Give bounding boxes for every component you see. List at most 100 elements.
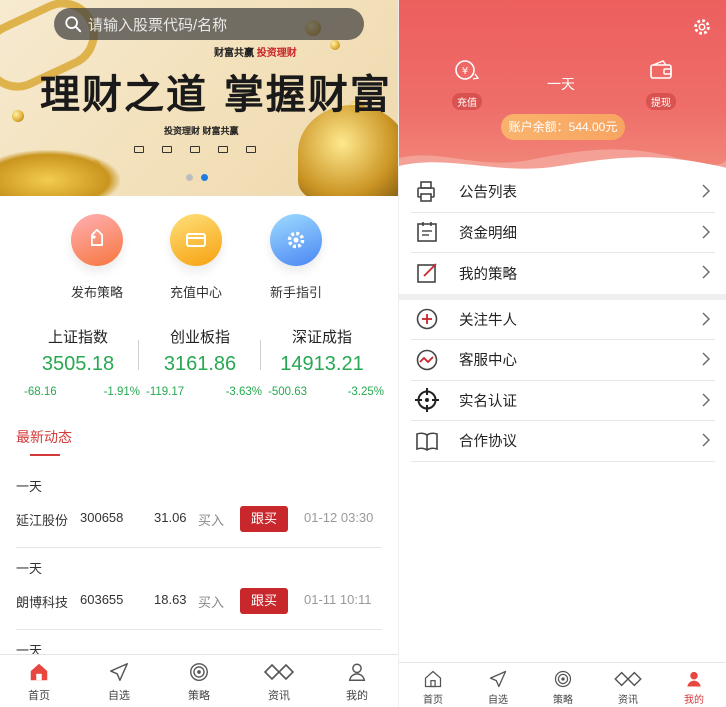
menu-label: 实名认证 <box>459 393 517 410</box>
banner-icon-row <box>134 146 256 153</box>
search-input[interactable]: 请输入股票代码/名称 <box>88 14 227 35</box>
tab-label: 自选 <box>488 695 508 706</box>
home-screen: 财富共赢 投资理财 理财之道 掌握财富 投资理财 财富共赢 请输入股票代码/名称 <box>0 0 398 707</box>
search-icon <box>65 16 82 33</box>
home-icon <box>9 661 69 683</box>
quick-action-label: 新手指引 <box>269 285 322 300</box>
home-icon <box>408 669 458 689</box>
tab-profile[interactable]: 我的 <box>669 669 719 706</box>
menu-item-announcements[interactable]: 公告列表 <box>411 172 715 213</box>
index-change: -500.63 <box>268 386 308 398</box>
tab-home[interactable]: 首页 <box>408 669 458 706</box>
index-chinext[interactable]: 创业板指 3161.86 -119.17 -3.63% <box>138 326 262 398</box>
chevron-right-icon <box>702 265 710 279</box>
menu-item-follow-experts[interactable]: 关注牛人 <box>411 300 715 340</box>
news-title-underline <box>30 454 60 456</box>
svg-text:¥: ¥ <box>462 66 468 77</box>
tab-label: 资讯 <box>268 690 290 702</box>
tab-strategy[interactable]: 策略 <box>538 669 588 706</box>
index-name: 深证成指 <box>291 329 352 346</box>
settings-gear-icon[interactable] <box>691 16 713 43</box>
trade-time: 01-12 03:30 <box>304 510 374 525</box>
chevron-right-icon <box>702 393 710 406</box>
card-icon <box>170 214 222 266</box>
chevron-right-icon <box>702 312 710 325</box>
recharge-label: 充值 <box>452 93 482 110</box>
stock-code: 300658 <box>80 510 124 525</box>
tab-watchlist[interactable]: 自选 <box>473 669 523 706</box>
tab-label: 自选 <box>108 690 130 702</box>
account-balance: 账户余额：544.00元 <box>501 114 625 140</box>
coin-pile-graphic <box>0 150 120 196</box>
bottom-tab-bar: 首页 自选 策略 资讯 我的 <box>399 662 726 707</box>
tab-watchlist[interactable]: 自选 <box>89 661 149 703</box>
book-icon <box>413 427 441 455</box>
tab-strategy[interactable]: 策略 <box>169 661 229 703</box>
profile-screen: ¥ 充值 一天 提现 账户余额：544.00元 公告列表 资金明细 我的策略 关… <box>398 0 726 707</box>
chevron-right-icon <box>702 352 710 366</box>
chevron-right-icon <box>702 184 710 198</box>
menu-item-customer-service[interactable]: 客服中心 <box>411 340 715 381</box>
wave-circle-icon <box>413 346 441 374</box>
menu-label: 资金明细 <box>459 225 517 242</box>
profile-header: ¥ 充值 一天 提现 账户余额：544.00元 <box>399 0 726 180</box>
tab-news[interactable]: 资讯 <box>249 661 309 703</box>
quick-action-recharge[interactable]: 充值中心 <box>146 214 246 301</box>
user-icon <box>327 661 387 683</box>
withdraw-label: 提现 <box>646 93 676 110</box>
trade-action: 买入 <box>198 595 225 610</box>
search-bar[interactable]: 请输入股票代码/名称 <box>54 8 364 40</box>
list-item: 一天 朗博科技 603655 18.63 买入 跟买 01-11 10:11 <box>16 548 382 630</box>
menu-item-agreement[interactable]: 合作协议 <box>411 421 715 462</box>
target-icon <box>169 661 229 683</box>
banner-pager[interactable] <box>186 174 208 181</box>
tab-label: 策略 <box>188 690 210 702</box>
banner-headline: 理财之道 掌握财富 <box>40 71 392 118</box>
index-change-pct: -3.63% <box>225 386 262 398</box>
stock-price: 18.63 <box>154 592 187 607</box>
crosshair-icon <box>413 386 441 414</box>
coin-graphic <box>12 110 24 122</box>
stock-name: 朗博科技 <box>16 595 69 610</box>
follow-buy-button[interactable]: 跟买 <box>240 506 288 532</box>
feed-user: 一天 <box>16 561 43 576</box>
market-indices: 上证指数 3505.18 -68.16 -1.91% 创业板指 3161.86 … <box>0 326 398 402</box>
index-change: -68.16 <box>24 386 57 398</box>
menu-label: 关注牛人 <box>459 312 517 329</box>
tab-label: 首页 <box>423 695 443 706</box>
tab-label: 策略 <box>553 695 573 706</box>
yen-icon: ¥ <box>455 60 480 80</box>
menu-item-my-strategies[interactable]: 我的策略 <box>411 253 715 294</box>
quick-action-publish-strategy[interactable]: 发布策略 <box>47 214 147 301</box>
list-item: 一天 延江股份 300658 31.06 买入 跟买 01-12 03:30 <box>16 466 382 548</box>
menu-item-verification[interactable]: 实名认证 <box>411 381 715 421</box>
index-value: 3161.86 <box>163 353 237 375</box>
chevron-right-icon <box>702 225 710 238</box>
chevron-right-icon <box>702 433 710 447</box>
edit-icon <box>413 259 441 287</box>
index-name: 创业板指 <box>169 329 230 346</box>
stock-code: 603655 <box>80 592 124 607</box>
tab-news[interactable]: 资讯 <box>603 669 653 706</box>
recharge-button[interactable]: ¥ 充值 <box>447 58 487 111</box>
index-shanghai[interactable]: 上证指数 3505.18 -68.16 -1.91% <box>16 326 140 398</box>
quick-action-guide[interactable]: 新手指引 <box>246 214 346 301</box>
tab-home[interactable]: 首页 <box>9 661 69 703</box>
index-shenzhen[interactable]: 深证成指 14913.21 -500.63 -3.25% <box>260 326 384 398</box>
pager-dot[interactable] <box>186 174 193 181</box>
banner-subtitle: 财富共赢 投资理财 <box>214 48 297 59</box>
link-icon <box>603 669 653 689</box>
menu-item-fund-details[interactable]: 资金明细 <box>411 213 715 253</box>
withdraw-button[interactable]: 提现 <box>641 58 681 111</box>
tab-label: 我的 <box>346 690 368 702</box>
index-name: 上证指数 <box>47 329 108 346</box>
menu-label: 合作协议 <box>459 434 517 451</box>
trade-time: 01-11 10:11 <box>304 592 372 607</box>
tab-label: 资讯 <box>618 695 638 706</box>
follow-buy-button[interactable]: 跟买 <box>240 588 288 614</box>
feed-user: 一天 <box>16 479 43 494</box>
gear-icon <box>270 214 322 266</box>
pager-dot-active[interactable] <box>201 174 208 181</box>
tab-profile[interactable]: 我的 <box>327 661 387 703</box>
news-section-title[interactable]: 最新动态 <box>16 427 72 447</box>
